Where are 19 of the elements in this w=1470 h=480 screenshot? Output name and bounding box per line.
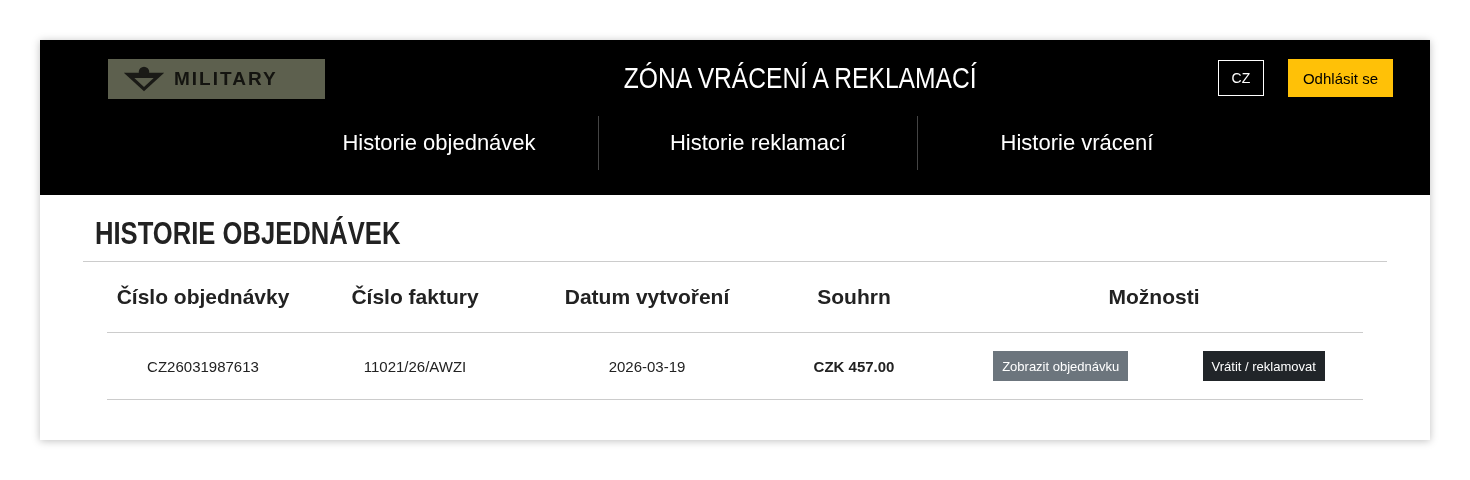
view-order-button[interactable]: Zobrazit objednávku xyxy=(993,351,1129,381)
table-cell: CZK 457.00 xyxy=(813,357,895,375)
nav-tab[interactable]: Historie vrácení xyxy=(918,130,1236,156)
table-cell: 11021/26/AWZI xyxy=(363,357,467,375)
logo-text: MILITARY xyxy=(174,68,278,90)
language-button[interactable]: CZ xyxy=(1217,60,1264,96)
page-title: ZÓNA VRÁCENÍ A REKLAMACÍ xyxy=(622,61,978,95)
column-header: Možnosti xyxy=(945,262,1363,333)
column-header: Datum vytvoření xyxy=(531,262,763,333)
nav-tab[interactable]: Historie reklamací xyxy=(599,130,917,156)
column-header: Číslo faktury xyxy=(299,262,531,333)
table-cell: CZ26031987613 xyxy=(147,357,259,375)
column-header: Číslo objednávky xyxy=(107,262,299,333)
table-cell: 2026-03-19 xyxy=(608,357,686,375)
section-heading: HISTORIE OBJEDNÁVEK xyxy=(95,214,402,253)
logout-button[interactable]: Odhlásit se xyxy=(1287,59,1393,97)
column-header: Souhrn xyxy=(763,262,945,333)
return-button[interactable]: Vrátit / reklamovat xyxy=(1202,351,1325,381)
nav-tab[interactable]: Historie objednávek xyxy=(280,130,598,156)
